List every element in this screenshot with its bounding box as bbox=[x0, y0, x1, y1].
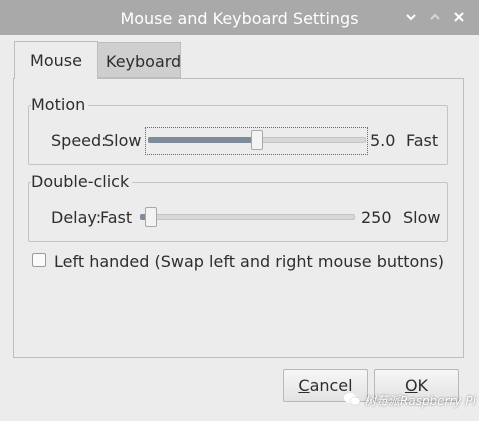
speed-max-label: Fast bbox=[406, 131, 439, 150]
delay-slider-handle[interactable] bbox=[145, 207, 157, 227]
maximize-icon[interactable] bbox=[426, 8, 444, 26]
speed-slider-fill bbox=[148, 137, 257, 143]
motion-legend: Motion bbox=[31, 95, 89, 114]
speed-min-label: Slow bbox=[104, 131, 142, 150]
watermark-text: 树莓派Raspberry Pi bbox=[364, 393, 476, 408]
wechat-icon bbox=[343, 391, 361, 410]
minimize-icon[interactable] bbox=[402, 8, 420, 26]
delay-label: Delay: bbox=[51, 208, 102, 227]
delay-min-label: Fast bbox=[100, 208, 133, 227]
titlebar[interactable]: Mouse and Keyboard Settings bbox=[0, 0, 479, 35]
left-handed-label[interactable]: Left handed (Swap left and right mouse b… bbox=[54, 252, 444, 271]
speed-label: Speed: bbox=[51, 131, 107, 150]
speed-value: 5.0 bbox=[370, 131, 396, 150]
tab-keyboard[interactable]: Keyboard bbox=[97, 42, 181, 78]
left-handed-checkbox[interactable] bbox=[32, 253, 46, 267]
speed-slider-handle[interactable] bbox=[251, 130, 263, 150]
delay-value: 250 bbox=[361, 208, 392, 227]
settings-window: Mouse and Keyboard Settings Keyboard Mou… bbox=[0, 0, 479, 421]
double-click-legend: Double-click bbox=[31, 172, 133, 191]
close-icon[interactable] bbox=[450, 8, 468, 26]
delay-slider-trough[interactable] bbox=[140, 214, 355, 220]
delay-max-label: Slow bbox=[403, 208, 441, 227]
cancel-mnemonic: C bbox=[298, 376, 310, 395]
watermark: 树莓派Raspberry Pi bbox=[343, 389, 476, 411]
tab-mouse[interactable]: Mouse bbox=[14, 41, 98, 79]
